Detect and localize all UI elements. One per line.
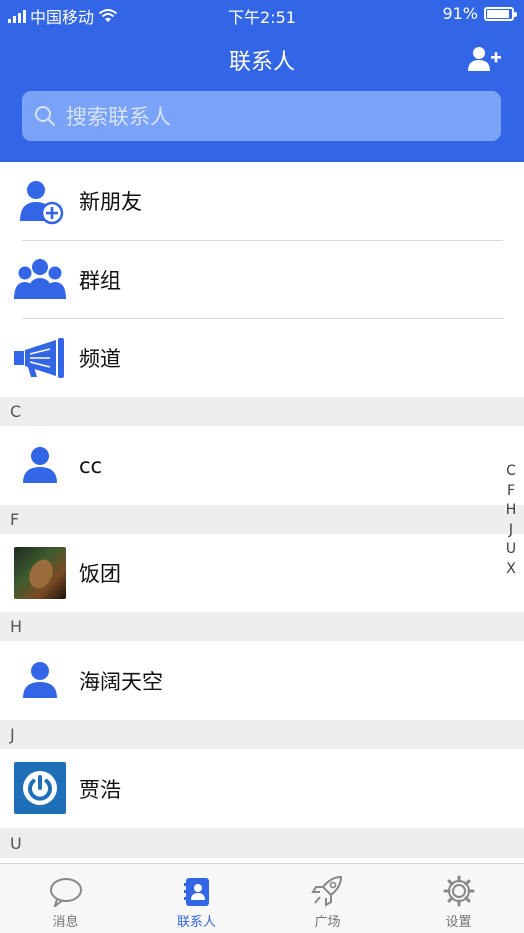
top-header: 中国移动 下午2:51 91% 联系人 搜索联系人 bbox=[0, 0, 524, 162]
power-icon-avatar bbox=[14, 762, 66, 814]
tab-messages[interactable]: 消息 bbox=[0, 864, 131, 933]
section-letter: J bbox=[10, 725, 15, 744]
section-letter: F bbox=[10, 510, 20, 529]
section-header-j: J bbox=[0, 720, 524, 749]
tab-bar: 消息 联系人 广场 设置 bbox=[0, 863, 524, 933]
battery-percent: 91% bbox=[442, 4, 478, 23]
section-header-f: F bbox=[0, 505, 524, 534]
section-header-h: H bbox=[0, 612, 524, 641]
index-letter[interactable]: J bbox=[504, 521, 518, 541]
section-letter: H bbox=[10, 617, 23, 636]
menu-item-label: 新朋友 bbox=[79, 190, 142, 214]
status-right: 91% bbox=[442, 4, 517, 23]
person-icon bbox=[14, 439, 66, 491]
tab-label: 广场 bbox=[314, 915, 341, 930]
section-letter: U bbox=[10, 833, 22, 853]
contact-name: cc bbox=[79, 453, 103, 478]
section-letter: C bbox=[10, 402, 22, 421]
rocket-icon bbox=[310, 875, 342, 907]
contacts-book-icon bbox=[183, 878, 209, 906]
contact-name: 饭团 bbox=[79, 562, 121, 586]
alphabet-index[interactable]: C F H J U X bbox=[504, 462, 518, 579]
gear-icon bbox=[443, 875, 474, 907]
tab-settings[interactable]: 设置 bbox=[393, 864, 524, 933]
index-letter[interactable]: F bbox=[504, 482, 518, 502]
menu-item-new-friends[interactable]: 新朋友 bbox=[0, 162, 524, 240]
power-icon bbox=[23, 771, 57, 805]
tab-label: 消息 bbox=[52, 915, 79, 930]
add-contact-icon[interactable] bbox=[466, 44, 502, 74]
contact-row[interactable]: 海阔天空 bbox=[0, 641, 524, 720]
contact-name: 海阔天空 bbox=[79, 669, 163, 694]
contact-name: 贾浩 bbox=[79, 777, 121, 802]
search-input[interactable]: 搜索联系人 bbox=[22, 91, 501, 141]
contact-row[interactable]: 贾浩 bbox=[0, 749, 524, 828]
menu-item-label: 群组 bbox=[79, 268, 121, 293]
tab-label: 联系人 bbox=[176, 915, 216, 930]
status-bar: 中国移动 下午2:51 91% bbox=[0, 0, 524, 30]
megaphone-icon bbox=[14, 332, 66, 384]
index-letter[interactable]: H bbox=[504, 501, 518, 521]
section-header-u: U bbox=[0, 828, 524, 858]
page-title: 联系人 bbox=[228, 50, 295, 75]
search-placeholder: 搜索联系人 bbox=[66, 105, 171, 129]
chat-bubble-icon bbox=[49, 878, 82, 907]
section-header-c: C bbox=[0, 397, 524, 426]
contact-row[interactable]: cc bbox=[0, 426, 524, 505]
index-letter[interactable]: C bbox=[504, 462, 518, 482]
tab-label: 设置 bbox=[445, 915, 472, 930]
person-icon bbox=[14, 654, 66, 706]
search-icon bbox=[35, 106, 56, 127]
menu-item-groups[interactable]: 群组 bbox=[0, 241, 524, 318]
group-icon bbox=[14, 253, 66, 305]
contact-row[interactable]: 饭团 bbox=[0, 534, 524, 612]
battery-icon bbox=[484, 6, 517, 21]
menu-item-channels[interactable]: 频道 bbox=[0, 319, 524, 397]
new-friend-icon bbox=[14, 175, 66, 227]
tab-plaza[interactable]: 广场 bbox=[262, 864, 393, 933]
tab-contacts[interactable]: 联系人 bbox=[131, 864, 262, 933]
menu-item-label: 频道 bbox=[79, 347, 121, 371]
photo-avatar bbox=[14, 547, 66, 599]
index-letter[interactable]: U bbox=[504, 540, 518, 560]
index-letter[interactable]: X bbox=[504, 560, 518, 580]
